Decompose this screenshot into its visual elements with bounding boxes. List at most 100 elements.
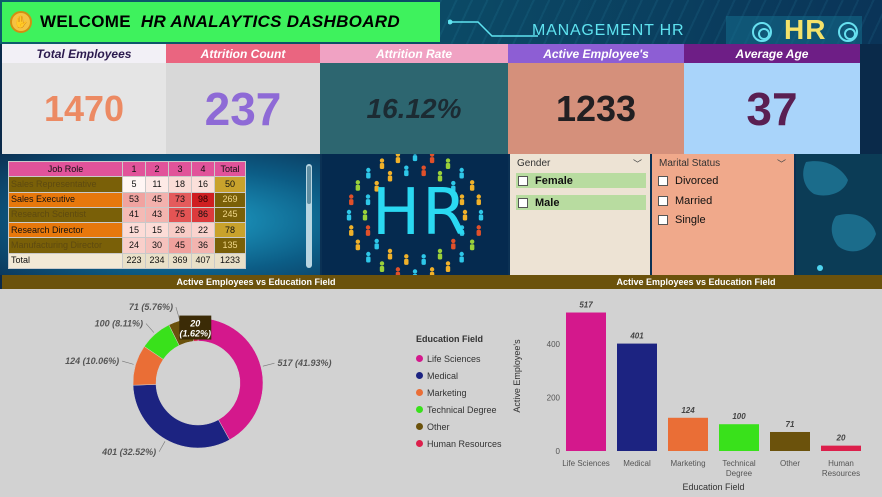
legend-swatch [416,423,423,430]
column-header[interactable]: Job Role [8,160,123,178]
row-total: 78 [214,222,246,239]
legend-swatch [416,406,423,413]
gear-icon [752,22,772,42]
table-cell: 223 [122,252,146,270]
person-icon [421,258,426,265]
marital-status-slicer: Marital Status ﹀ Divorced Married Single [652,154,794,275]
legend-item[interactable]: Other [416,418,502,435]
data-label: 100 [732,412,746,421]
checkbox[interactable] [658,175,668,186]
chevron-down-icon[interactable]: ﹀ [777,157,786,170]
leader-line [175,307,180,319]
table-cell: 43 [145,206,169,224]
bar [719,424,759,451]
table-scrollbar[interactable] [306,164,312,268]
kpi-label: Attrition Rate [320,44,508,63]
dashboard-title: HR ANALAYTICS DASHBOARD [140,12,400,31]
table-cell: 53 [122,191,146,208]
person-icon [421,254,426,259]
data-label: 20(1.62%) [179,315,212,340]
legend-label: Medical [427,370,459,381]
kpi-attrition-count: Attrition Count 237 [166,44,320,154]
table-row[interactable]: Sales Representative 5 11 18 16 50 [8,176,246,193]
table-row[interactable]: Manufacturing Director 24 30 45 36 135 [8,237,246,254]
leader-line [262,362,275,367]
table-total-row: Total 223 234 369 407 1233 [8,252,246,270]
table-cell: 234 [145,252,169,270]
pie-section-title: Active Employees vs Education Field [2,275,510,289]
person-icon [379,265,385,272]
checkbox[interactable] [518,197,528,208]
legend-item[interactable]: Human Resources [416,435,502,452]
person-icon [362,209,368,215]
data-label: 401 [629,332,644,341]
person-icon [469,239,475,244]
kpi-active-employees: Active Employee's 1233 [508,44,684,154]
table-row[interactable]: Sales Executive 53 45 73 98 269 [8,191,246,208]
circuit-decoration-icon [448,19,538,37]
person-icon [355,239,361,244]
marital-option-single[interactable]: Single [658,212,706,227]
checkbox[interactable] [658,214,668,225]
column-header[interactable]: 1 [122,160,146,178]
row-total: 269 [214,191,246,208]
person-icon [349,194,354,199]
donut-slice [132,384,230,449]
data-label: 517 [579,301,593,310]
legend-label: Marketing [427,387,467,398]
column-header[interactable]: 4 [191,160,215,178]
y-tick-label: 400 [547,340,561,349]
world-map-icon [803,161,876,271]
chevron-down-icon[interactable]: ﹀ [633,157,642,170]
legend-item[interactable]: Marketing [416,384,502,401]
marital-option-divorced[interactable]: Divorced [658,173,718,188]
person-icon [387,170,393,176]
person-icon [404,165,409,170]
x-tick-label: Life Sciences [562,459,610,468]
column-header[interactable]: 3 [168,160,192,178]
person-icon [445,261,451,266]
bar [566,312,606,451]
bar [770,431,810,451]
legend-item[interactable]: Medical [416,367,502,384]
checkbox[interactable] [518,175,528,186]
hr-logo: HR [784,14,827,44]
row-label: Research Scientist [8,206,123,224]
data-label: 71 (5.76%) [129,302,173,312]
table-cell: 11 [145,176,169,193]
person-icon [379,158,385,163]
person-icon [346,209,352,215]
row-label: Sales Representative [8,176,123,193]
table-row[interactable]: Research Scientist 41 43 75 86 245 [8,206,246,224]
kpi-value: 37 [684,63,860,154]
kpi-label: Average Age [684,44,860,63]
person-icon [476,199,481,206]
legend-swatch [416,372,423,379]
hr-center-logo: HR [372,176,469,250]
checkbox[interactable] [658,195,668,206]
option-label: Divorced [675,174,719,187]
hr-center-graphic: HR [322,154,508,275]
person-icon [412,269,418,274]
x-tick-label: Human [828,459,854,468]
bar [821,445,861,451]
kpi-label: Total Employees [2,44,166,63]
column-header[interactable]: Total [214,160,246,178]
data-label: 20 [836,434,846,443]
person-icon [365,199,371,206]
column-header[interactable]: 2 [145,160,169,178]
option-label: Single [675,213,706,226]
gender-option-male[interactable]: Male [516,195,646,210]
legend-item[interactable]: Life Sciences [416,350,502,367]
person-icon [437,253,443,260]
table-header-row: Job Role 1 2 3 4 Total [8,160,246,178]
table-row[interactable]: Research Director 15 15 26 22 78 [8,222,246,239]
marital-option-married[interactable]: Married [658,193,712,208]
bar-chart[interactable]: 0 200 400 Active Employee's 517 Life Sciences… [510,289,882,497]
legend-item[interactable]: Technical Degree [416,401,502,418]
job-role-matrix[interactable]: Job Role 1 2 3 4 Total Sales Representat… [8,160,246,270]
leader-line [158,441,166,452]
table-cell: 73 [168,191,192,208]
table-cell: 22 [191,222,215,239]
gender-option-female[interactable]: Female [516,173,646,188]
